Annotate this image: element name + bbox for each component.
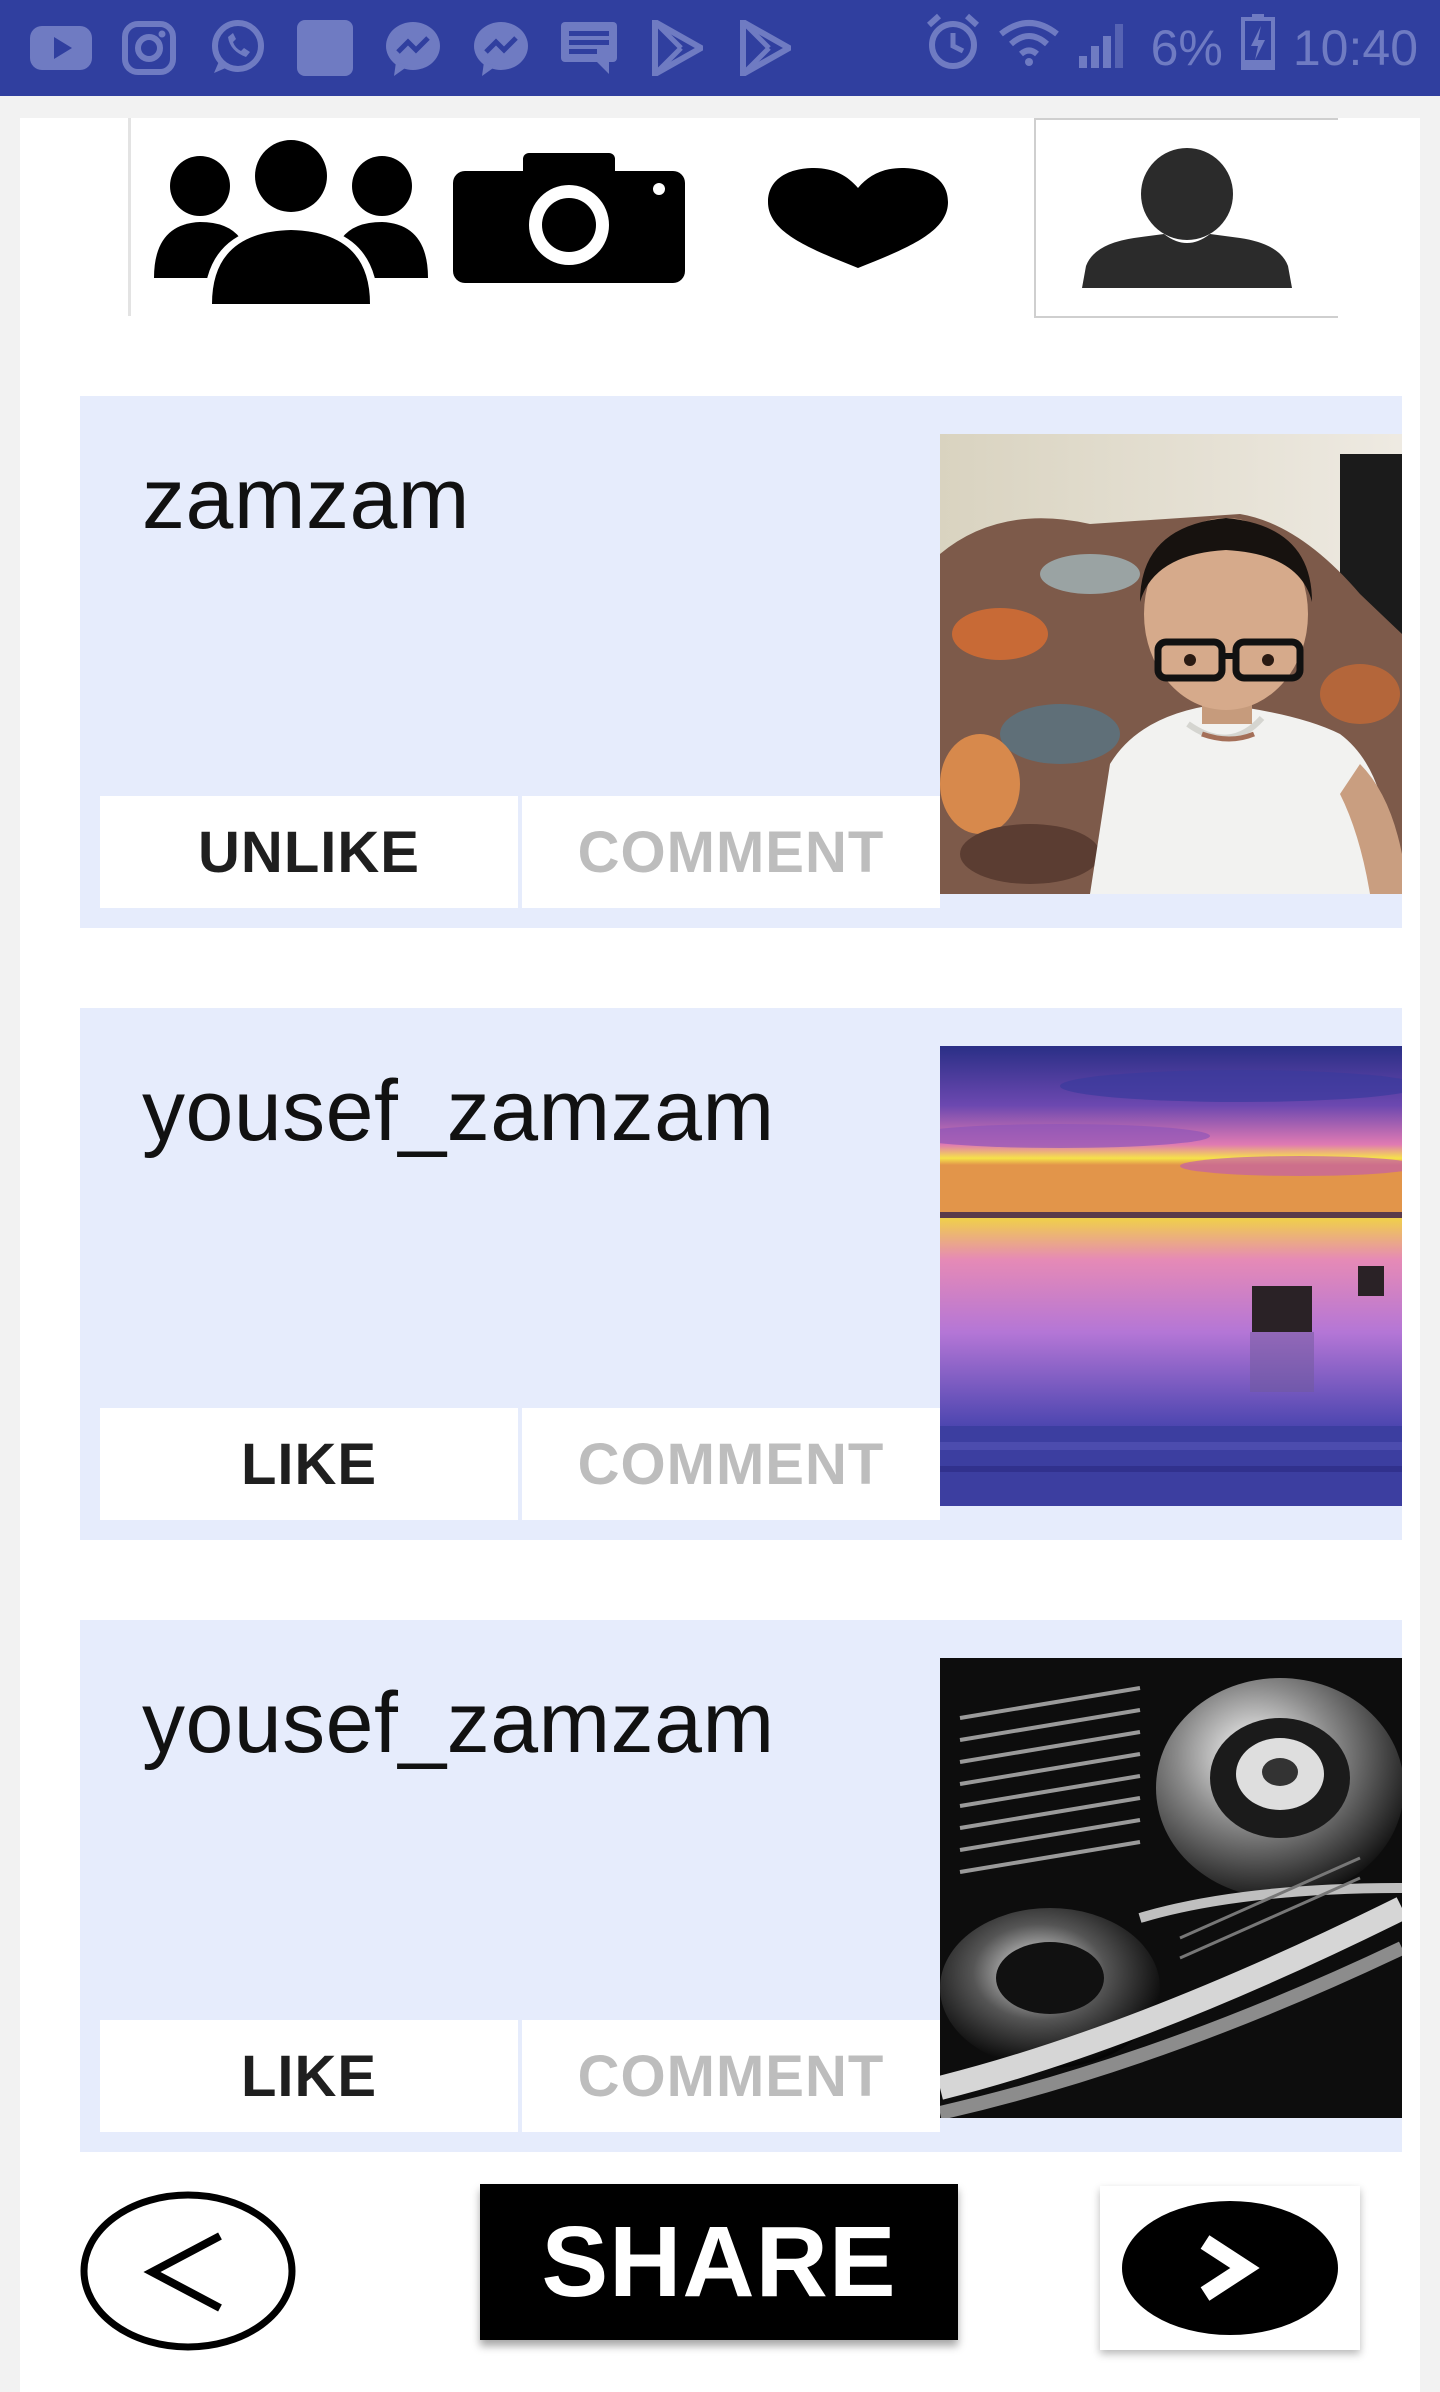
favorites-button[interactable] bbox=[728, 118, 988, 318]
play-store-icon bbox=[646, 20, 708, 76]
sunset-lake-photo[interactable] bbox=[940, 1046, 1402, 1506]
next-button[interactable] bbox=[1100, 2186, 1360, 2350]
post-username: yousef_zamzam bbox=[142, 1675, 775, 1771]
comment-button[interactable]: COMMENT bbox=[522, 2020, 940, 2132]
friends-icon bbox=[154, 134, 428, 306]
battery-percent: 6% bbox=[1150, 20, 1223, 76]
top-toolbar bbox=[128, 118, 1338, 318]
alarm-icon bbox=[925, 13, 981, 83]
profile-button[interactable] bbox=[1034, 118, 1338, 318]
whatsapp-icon bbox=[206, 20, 268, 76]
post-actions: LIKE COMMENT bbox=[100, 2020, 940, 2132]
wifi-icon bbox=[998, 18, 1059, 78]
heart-icon bbox=[768, 168, 948, 268]
status-bar: 6% 10:40 bbox=[0, 0, 1440, 96]
clock: 10:40 bbox=[1292, 20, 1418, 76]
post-actions: LIKE COMMENT bbox=[100, 1408, 940, 1520]
post-card: yousef_zamzam LIKE COMMENT bbox=[80, 1008, 1402, 1540]
post-username: zamzam bbox=[142, 451, 470, 547]
post-username: yousef_zamzam bbox=[142, 1063, 775, 1159]
chevron-right-icon bbox=[1122, 2201, 1338, 2335]
chevron-left-icon bbox=[80, 2191, 296, 2351]
play-store-icon bbox=[734, 20, 796, 76]
system-status: 6% 10:40 bbox=[925, 13, 1418, 83]
messenger-icon bbox=[382, 20, 444, 76]
comment-button[interactable]: COMMENT bbox=[522, 1408, 940, 1520]
comment-button[interactable]: COMMENT bbox=[522, 796, 940, 908]
notification-icons bbox=[30, 18, 796, 78]
camera-icon bbox=[453, 153, 685, 283]
message-icon bbox=[558, 20, 620, 76]
back-button[interactable] bbox=[80, 2190, 296, 2352]
battery-charging-icon bbox=[1240, 14, 1275, 82]
messenger-icon bbox=[470, 20, 532, 76]
share-button[interactable]: SHARE bbox=[480, 2184, 958, 2340]
like-button[interactable]: LIKE bbox=[100, 1408, 518, 1520]
app-screen: zamzam UNLIKE COMMENT yousef_zamzam LIKE… bbox=[20, 118, 1420, 2392]
youtube-icon bbox=[30, 20, 92, 76]
post-card: yousef_zamzam LIKE COMMENT bbox=[80, 1620, 1402, 2152]
app-square-icon bbox=[294, 20, 356, 76]
unlike-button[interactable]: UNLIKE bbox=[100, 796, 518, 908]
instagram-icon bbox=[118, 20, 180, 76]
post-actions: UNLIKE COMMENT bbox=[100, 796, 940, 908]
camera-button[interactable] bbox=[452, 118, 686, 318]
signal-icon bbox=[1077, 16, 1133, 80]
toolbar-divider bbox=[128, 118, 131, 316]
motorcycle-engine-photo[interactable] bbox=[940, 1658, 1402, 2118]
post-card: zamzam UNLIKE COMMENT bbox=[80, 396, 1402, 928]
friends-button[interactable] bbox=[150, 118, 432, 318]
selfie-photo[interactable] bbox=[940, 434, 1402, 894]
like-button[interactable]: LIKE bbox=[100, 2020, 518, 2132]
profile-icon bbox=[1082, 148, 1292, 288]
